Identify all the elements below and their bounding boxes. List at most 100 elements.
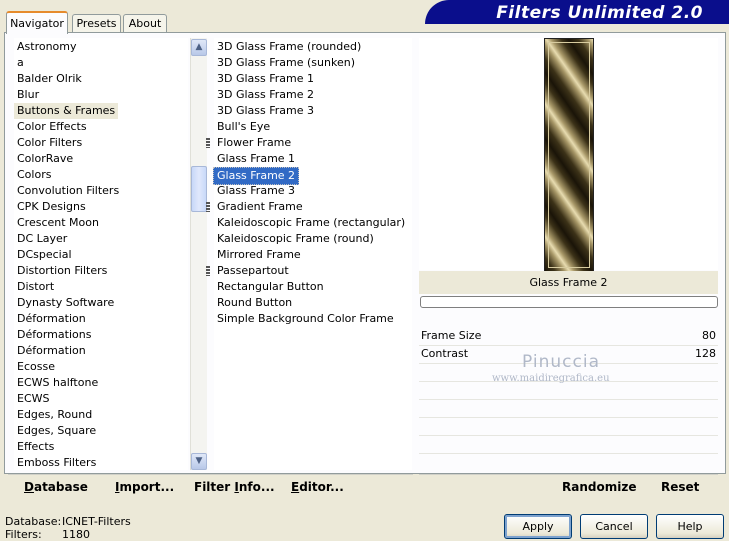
filter-item[interactable]: Glass Frame 3 xyxy=(214,183,298,199)
category-item[interactable]: ColorRave xyxy=(14,151,76,167)
filter-label: Flower Frame xyxy=(217,136,292,149)
filters-count-label: Filters: xyxy=(5,528,42,541)
filter-item[interactable]: Kaleidoscopic Frame (rectangular) xyxy=(214,215,408,231)
filter-item[interactable]: 3D Glass Frame 1 xyxy=(214,71,317,87)
category-item[interactable]: Crescent Moon xyxy=(14,215,102,231)
preview-toolbar: Randomize Reset xyxy=(419,474,718,499)
param-row-frame-size[interactable]: Frame Size 80 xyxy=(419,328,718,346)
filter-item[interactable]: Simple Background Color Frame xyxy=(214,311,397,327)
filter-info-button[interactable]: Filter Info... xyxy=(194,480,275,494)
randomize-button[interactable]: Randomize xyxy=(562,480,636,494)
category-item[interactable]: ECWS xyxy=(14,391,53,407)
category-item[interactable]: Buttons & Frames xyxy=(14,103,119,119)
tab-presets[interactable]: Presets xyxy=(72,14,121,32)
category-item[interactable]: Color Filters xyxy=(14,135,85,151)
filter-label: Gradient Frame xyxy=(217,200,303,213)
filter-label: Glass Frame 1 xyxy=(217,152,296,165)
filter-item[interactable]: Mirrored Frame xyxy=(214,247,304,263)
filter-label: Kaleidoscopic Frame (rectangular) xyxy=(217,216,406,229)
filter-item[interactable]: Passepartout xyxy=(206,263,292,279)
parameter-table[interactable]: Frame Size 80 Contrast 128 xyxy=(419,328,718,468)
preview-filter-name: Glass Frame 2 xyxy=(419,271,718,294)
category-item[interactable]: CPK Designs xyxy=(14,199,89,215)
filter-item[interactable]: 3D Glass Frame 2 xyxy=(214,87,317,103)
filter-list[interactable]: 3D Glass Frame (rounded) 3D Glass Frame (… xyxy=(206,38,412,470)
filter-label: Passepartout xyxy=(217,264,289,277)
category-item[interactable]: Déformation xyxy=(14,311,89,327)
param-label: Contrast xyxy=(421,347,469,360)
param-row-empty xyxy=(419,454,718,471)
filter-item[interactable]: Kaleidoscopic Frame (round) xyxy=(214,231,377,247)
filter-label: Kaleidoscopic Frame (round) xyxy=(217,232,374,245)
chevron-down-icon: ▼ xyxy=(195,456,203,466)
category-scrollbar[interactable]: ▲ ▼ xyxy=(190,38,207,470)
category-item[interactable]: Distortion Filters xyxy=(14,263,110,279)
param-row-empty xyxy=(419,418,718,436)
category-item[interactable]: Color Effects xyxy=(14,119,90,135)
category-item[interactable]: ECWS halftone xyxy=(14,375,101,391)
filter-label: 3D Glass Frame (rounded) xyxy=(217,40,362,53)
scroll-thumb[interactable] xyxy=(191,166,207,212)
category-item[interactable]: Emboss Filters xyxy=(14,455,99,470)
param-value[interactable]: 128 xyxy=(695,347,716,360)
watermark-url: www.maidiregrafica.eu xyxy=(492,373,610,384)
filter-item[interactable]: 3D Glass Frame (rounded) xyxy=(214,39,364,55)
filter-item[interactable]: Round Button xyxy=(214,295,295,311)
filter-toolbar: Database Import... Filter Info... Editor… xyxy=(8,474,413,499)
cancel-button[interactable]: Cancel xyxy=(580,514,648,539)
header-banner: Filters Unlimited 2.0 xyxy=(425,0,729,24)
scroll-down-button[interactable]: ▼ xyxy=(191,453,207,470)
param-row-empty xyxy=(419,382,718,400)
watermark-name: Pinuccia xyxy=(522,352,600,372)
category-item[interactable]: Astronomy xyxy=(14,39,80,55)
scroll-up-button[interactable]: ▲ xyxy=(191,39,207,56)
category-item[interactable]: DC Layer xyxy=(14,231,70,247)
apply-button[interactable]: Apply xyxy=(504,514,572,539)
filter-item[interactable]: 3D Glass Frame 3 xyxy=(214,103,317,119)
filter-item[interactable]: 3D Glass Frame (sunken) xyxy=(214,55,358,71)
filter-item[interactable]: Glass Frame 1 xyxy=(214,151,298,167)
filter-label: 3D Glass Frame 1 xyxy=(217,72,315,85)
tab-about[interactable]: About xyxy=(123,14,167,32)
filter-label: Glass Frame 3 xyxy=(217,184,296,197)
reset-button[interactable]: Reset xyxy=(661,480,699,494)
import-button[interactable]: Import... xyxy=(115,480,174,494)
chevron-up-icon: ▲ xyxy=(195,42,203,52)
help-button[interactable]: Help xyxy=(656,514,724,539)
app-title: Filters Unlimited 2.0 xyxy=(496,3,703,23)
filter-item[interactable]: Flower Frame xyxy=(206,135,294,151)
param-label: Frame Size xyxy=(421,329,482,342)
filter-label: 3D Glass Frame 2 xyxy=(217,88,315,101)
filter-label: 3D Glass Frame (sunken) xyxy=(217,56,355,69)
filter-label: Mirrored Frame xyxy=(217,248,301,261)
category-item[interactable]: Déformations xyxy=(14,327,94,343)
filter-label: Glass Frame 2 xyxy=(217,169,296,182)
category-item[interactable]: Ecosse xyxy=(14,359,58,375)
filter-item[interactable]: Gradient Frame xyxy=(206,199,306,215)
editor-button[interactable]: Editor... xyxy=(291,480,344,494)
category-item[interactable]: Colors xyxy=(14,167,54,183)
filter-item[interactable]: Bull's Eye xyxy=(214,119,273,135)
filter-item[interactable]: Rectangular Button xyxy=(214,279,327,295)
tab-navigator[interactable]: Navigator xyxy=(6,11,68,34)
category-item[interactable]: Déformation xyxy=(14,343,89,359)
preview-image xyxy=(544,38,594,272)
filters-count-value: 1180 xyxy=(62,528,90,541)
category-list[interactable]: Astronomy a Balder Olrik Blur Buttons & Fram… xyxy=(14,38,188,470)
category-item[interactable]: DCspecial xyxy=(14,247,75,263)
preview-area xyxy=(419,38,718,272)
editable-filter-marker-icon xyxy=(206,266,210,276)
category-item[interactable]: Convolution Filters xyxy=(14,183,122,199)
category-item[interactable]: Distort xyxy=(14,279,57,295)
editable-filter-marker-icon xyxy=(206,138,210,148)
category-item[interactable]: Edges, Square xyxy=(14,423,99,439)
category-item[interactable]: Dynasty Software xyxy=(14,295,117,311)
category-item[interactable]: Balder Olrik xyxy=(14,71,85,87)
category-item[interactable]: Edges, Round xyxy=(14,407,95,423)
param-row-empty xyxy=(419,400,718,418)
database-button[interactable]: Database xyxy=(24,480,88,494)
category-item[interactable]: a xyxy=(14,55,27,71)
param-value[interactable]: 80 xyxy=(702,329,716,342)
category-item[interactable]: Effects xyxy=(14,439,57,455)
category-item[interactable]: Blur xyxy=(14,87,42,103)
